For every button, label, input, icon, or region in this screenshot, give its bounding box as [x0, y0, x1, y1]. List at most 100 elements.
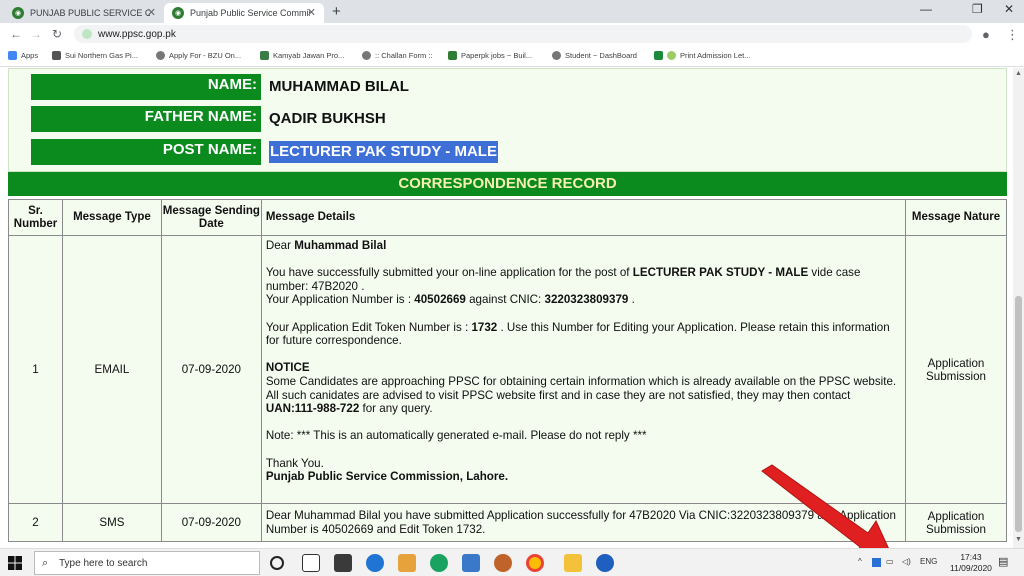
- language-indicator[interactable]: ENG: [920, 557, 937, 566]
- back-arrow-icon[interactable]: ←: [10, 27, 22, 41]
- taskbar-search-box[interactable]: ⌕ Type here to search: [34, 551, 260, 575]
- bluetooth-icon[interactable]: [596, 554, 614, 572]
- email-greeting: Dear Muhammad Bilal: [265, 239, 387, 252]
- show-hidden-icons-icon[interactable]: ^: [858, 557, 862, 566]
- header-sending-date: Message Sending Date: [160, 199, 262, 236]
- bookmark-sui-northern[interactable]: Sui Northern Gas Pi...: [52, 51, 138, 60]
- bookmark-label: Apps: [21, 51, 39, 60]
- network-icon[interactable]: ▭: [886, 557, 894, 566]
- search-placeholder: Type here to search: [59, 557, 148, 569]
- page-content: NAME: MUHAMMAD BILAL FATHER NAME: QADIR …: [0, 68, 1013, 548]
- bookmark-student-dashboard[interactable]: Student ~ DashBoard: [552, 51, 637, 60]
- bookmark-paperpk[interactable]: Paperpk jobs ~ Buil...: [448, 51, 532, 60]
- search-icon: ⌕: [42, 557, 49, 569]
- clock-time: 17:43: [960, 552, 982, 562]
- forward-arrow-icon[interactable]: →: [30, 27, 42, 41]
- notifications-icon[interactable]: ▤: [998, 555, 1008, 568]
- bookmark-label: Sui Northern Gas Pi...: [65, 51, 138, 60]
- bookmark-label: Apply For - BZU On...: [169, 51, 242, 60]
- name-label: NAME:: [31, 74, 261, 100]
- header-message-details: Message Details: [260, 199, 907, 236]
- globe-icon: [667, 51, 676, 60]
- candidate-info-panel: NAME: MUHAMMAD BILAL FATHER NAME: QADIR …: [8, 68, 1007, 172]
- cell-sr: 1: [8, 235, 63, 504]
- globe-icon: [362, 51, 371, 60]
- cell-nature: Application Submission: [905, 235, 1007, 504]
- close-window-button[interactable]: ✕: [1004, 2, 1014, 16]
- bookmark-label: Kamyab Jawan Pro...: [273, 51, 345, 60]
- post-name: LECTURER PAK STUDY - MALE: [269, 141, 498, 163]
- thank-you: Thank You.: [265, 456, 324, 470]
- task-view-icon[interactable]: [302, 554, 320, 572]
- minimize-button[interactable]: —: [920, 2, 932, 16]
- tray-app-icon[interactable]: [872, 558, 881, 567]
- store-icon[interactable]: [334, 554, 352, 572]
- maximize-button[interactable]: ❐: [972, 2, 983, 16]
- table-row: 1 EMAIL 07-09-2020 Dear Muhammad Bilal Y…: [8, 235, 1007, 504]
- reload-icon[interactable]: ↻: [52, 27, 62, 41]
- father-name-label: FATHER NAME:: [31, 106, 261, 132]
- cell-details: Dear Muhammad Bilal You have successfull…: [260, 235, 907, 504]
- tab-ppsc-1[interactable]: ◉ PUNJAB PUBLIC SERVICE COMMI ✕: [4, 3, 164, 23]
- ppsc-favicon-icon: ◉: [12, 7, 24, 19]
- new-tab-button[interactable]: +: [332, 3, 341, 20]
- bookmark-challan-form[interactable]: :: Challan Form ::: [362, 51, 433, 60]
- scrollbar-thumb[interactable]: [1015, 296, 1022, 532]
- bookmark-kamyab-jawan[interactable]: Kamyab Jawan Pro...: [260, 51, 344, 60]
- auto-email-note: Note: *** This is an automatically gener…: [265, 429, 647, 443]
- bookmark-label: Print Admission Let...: [680, 51, 751, 60]
- scroll-down-icon[interactable]: ▼: [1015, 536, 1022, 543]
- bookmark-print-admission[interactable]: Print Admission Let...: [654, 51, 750, 60]
- notice-text-1: Some Candidates are approaching PPSC for…: [265, 374, 897, 388]
- bookmark-label: Paperpk jobs ~ Buil...: [461, 51, 533, 60]
- notice-text-2: All such canidates are advised to visit …: [265, 388, 851, 416]
- scroll-up-icon[interactable]: ▲: [1015, 70, 1022, 77]
- windows-start-icon[interactable]: [8, 556, 22, 570]
- address-bar[interactable]: www.ppsc.gop.pk: [74, 25, 972, 43]
- globe-icon: [552, 51, 561, 60]
- app-icon[interactable]: [494, 554, 512, 572]
- tab-ppsc-2[interactable]: ◉ Punjab Public Service Commissio ✕: [164, 3, 324, 23]
- email-paragraph-2: Your Application Number is : 40502669 ag…: [265, 293, 635, 307]
- cell-date: 07-09-2020: [160, 235, 262, 504]
- bookmark-bzu[interactable]: Apply For - BZU On...: [156, 51, 241, 60]
- globe-icon: [156, 51, 165, 60]
- cell-nature: Application Submission: [905, 503, 1007, 542]
- notice-title: NOTICE: [265, 361, 310, 375]
- close-tab-icon[interactable]: ✕: [147, 6, 156, 19]
- correspondence-record-title: CORRESPONDENCE RECORD: [8, 172, 1007, 196]
- cell-date: 07-09-2020: [160, 503, 262, 542]
- bookmark-apps[interactable]: Apps: [8, 51, 38, 60]
- header-sr-number: Sr. Number: [8, 199, 63, 236]
- menu-kebab-icon[interactable]: ⋮: [1006, 27, 1019, 43]
- cortana-icon[interactable]: [270, 556, 284, 570]
- signoff: Punjab Public Service Commission, Lahore…: [265, 470, 509, 484]
- bookmark-label: Student ~ DashBoard: [565, 51, 637, 60]
- apps-grid-icon: [8, 51, 17, 60]
- bookmarks-bar: Apps Sui Northern Gas Pi... Apply For - …: [0, 45, 1024, 67]
- site-info-icon[interactable]: [82, 29, 92, 39]
- account-icon[interactable]: ●: [982, 27, 990, 42]
- tab-strip: ◉ PUNJAB PUBLIC SERVICE COMMI ✕ ◉ Punjab…: [0, 0, 1024, 23]
- gear-icon: [52, 51, 61, 60]
- app-icon[interactable]: [430, 554, 448, 572]
- paint-icon[interactable]: [398, 554, 416, 572]
- edge-icon[interactable]: [366, 554, 384, 572]
- file-explorer-icon[interactable]: [564, 554, 582, 572]
- clock[interactable]: 17:43 11/09/2020: [950, 552, 992, 574]
- chrome-icon[interactable]: [526, 554, 544, 572]
- header-message-type: Message Type: [61, 199, 162, 236]
- close-tab-icon[interactable]: ✕: [307, 6, 316, 19]
- volume-icon[interactable]: ◁): [902, 557, 911, 566]
- correspondence-table: Sr. Number Message Type Message Sending …: [8, 199, 1007, 542]
- url-text: www.ppsc.gop.pk: [98, 28, 176, 40]
- table-header-row: Sr. Number Message Type Message Sending …: [8, 199, 1007, 236]
- app-icon[interactable]: [462, 554, 480, 572]
- page-scrollbar[interactable]: ▲ ▼: [1013, 68, 1024, 548]
- email-paragraph-1: You have successfully submitted your on-…: [265, 266, 861, 293]
- bookmark-label: :: Challan Form ::: [375, 51, 433, 60]
- cell-type: SMS: [61, 503, 162, 542]
- tab-title: Punjab Public Service Commissio: [190, 8, 310, 18]
- address-toolbar: ← → ↻ www.ppsc.gop.pk ● ⋮: [0, 23, 1024, 45]
- page-icon: [448, 51, 457, 60]
